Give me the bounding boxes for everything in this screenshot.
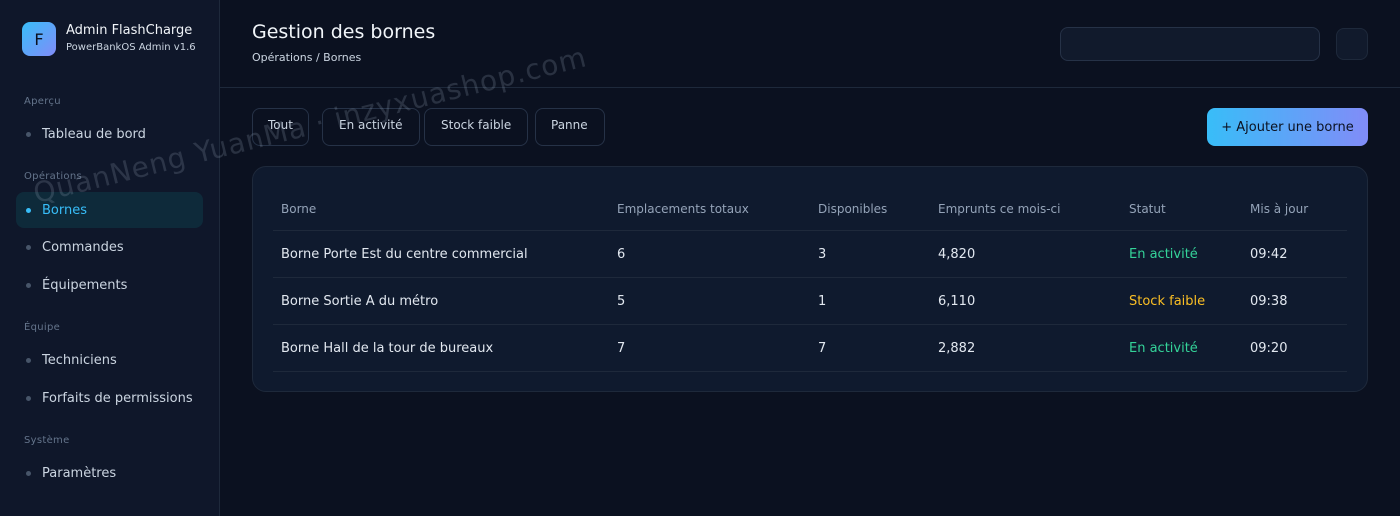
available-slots: 7 xyxy=(818,340,827,356)
main-content: Gestion des bornes Opérations / Bornes T… xyxy=(220,0,1400,516)
sidebar-item-equipment[interactable]: Équipements xyxy=(16,267,203,303)
sidebar-item-dashboard[interactable]: Tableau de bord xyxy=(16,116,203,152)
sidebar-item-label: Tableau de bord xyxy=(42,126,146,142)
app: F Admin FlashCharge PowerBankOS Admin v1… xyxy=(0,0,1400,516)
bullet-icon xyxy=(26,207,31,213)
bullet-icon xyxy=(26,357,31,363)
updated-time: 09:38 xyxy=(1250,293,1288,309)
nav-section-system: Système xyxy=(24,435,70,446)
status-badge: En activité xyxy=(1129,246,1198,262)
sidebar-item-orders[interactable]: Commandes xyxy=(16,229,203,265)
filter-all-button[interactable]: Tout xyxy=(252,108,309,146)
sidebar-item-label: Commandes xyxy=(42,239,124,255)
search-input[interactable] xyxy=(1060,27,1320,61)
add-station-button[interactable]: + Ajouter une borne xyxy=(1207,108,1368,146)
page-header: Gestion des bornes Opérations / Bornes xyxy=(220,0,1400,88)
status-badge: Stock faible xyxy=(1129,293,1206,309)
bullet-icon xyxy=(26,282,31,288)
available-slots: 1 xyxy=(818,293,827,309)
sidebar-item-settings[interactable]: Paramètres xyxy=(16,455,203,491)
filter-active-button[interactable]: En activité xyxy=(322,108,420,146)
breadcrumb: Opérations / Bornes xyxy=(252,51,362,64)
station-name: Borne Sortie A du métro xyxy=(281,293,439,309)
brand: F Admin FlashCharge PowerBankOS Admin v1… xyxy=(22,22,196,56)
monthly-loans: 6,110 xyxy=(938,293,976,309)
notification-button[interactable] xyxy=(1336,28,1368,60)
station-name: Borne Hall de la tour de bureaux xyxy=(281,340,494,356)
stations-table: Borne Emplacements totaux Disponibles Em… xyxy=(252,166,1368,392)
bullet-icon xyxy=(26,131,31,137)
nav-section-team: Équipe xyxy=(24,322,61,333)
sidebar-item-label: Bornes xyxy=(42,202,87,218)
table-row[interactable]: Borne Porte Est du centre commercial 6 3… xyxy=(273,231,1347,278)
brand-subtitle: PowerBankOS Admin v1.6 xyxy=(66,42,196,53)
station-name: Borne Porte Est du centre commercial xyxy=(281,246,528,262)
column-header[interactable]: Borne xyxy=(281,187,316,230)
brand-logo-icon: F xyxy=(22,22,56,56)
column-header[interactable]: Emplacements totaux xyxy=(617,187,749,230)
sidebar-item-label: Équipements xyxy=(42,277,128,293)
sidebar-item-technicians[interactable]: Techniciens xyxy=(16,342,203,378)
available-slots: 3 xyxy=(818,246,827,262)
column-header[interactable]: Statut xyxy=(1129,187,1166,230)
sidebar: F Admin FlashCharge PowerBankOS Admin v1… xyxy=(0,0,220,516)
total-slots: 5 xyxy=(617,293,626,309)
status-badge: En activité xyxy=(1129,340,1198,356)
monthly-loans: 2,882 xyxy=(938,340,976,356)
sidebar-item-permissions[interactable]: Forfaits de permissions xyxy=(16,380,203,416)
bullet-icon xyxy=(26,244,31,250)
total-slots: 6 xyxy=(617,246,626,262)
nav-section-overview: Aperçu xyxy=(24,96,61,107)
table-header: Borne Emplacements totaux Disponibles Em… xyxy=(273,187,1347,231)
column-header[interactable]: Disponibles xyxy=(818,187,887,230)
sidebar-item-stations[interactable]: Bornes xyxy=(16,192,203,228)
table-row[interactable]: Borne Hall de la tour de bureaux 7 7 2,8… xyxy=(273,325,1347,372)
brand-title: Admin FlashCharge xyxy=(66,23,193,38)
filter-fault-button[interactable]: Panne xyxy=(535,108,605,146)
table-row[interactable]: Borne Sortie A du métro 5 1 6,110 Stock … xyxy=(273,278,1347,325)
updated-time: 09:42 xyxy=(1250,246,1288,262)
total-slots: 7 xyxy=(617,340,626,356)
monthly-loans: 4,820 xyxy=(938,246,976,262)
bullet-icon xyxy=(26,470,31,476)
sidebar-item-label: Techniciens xyxy=(42,352,117,368)
nav-section-operations: Opérations xyxy=(24,171,82,182)
column-header[interactable]: Emprunts ce mois-ci xyxy=(938,187,1060,230)
page-title: Gestion des bornes xyxy=(252,21,436,43)
sidebar-item-label: Forfaits de permissions xyxy=(42,390,193,406)
filter-low-stock-button[interactable]: Stock faible xyxy=(424,108,529,146)
column-header[interactable]: Mis à jour xyxy=(1250,187,1308,230)
sidebar-item-label: Paramètres xyxy=(42,465,117,481)
bullet-icon xyxy=(26,395,31,401)
updated-time: 09:20 xyxy=(1250,340,1288,356)
